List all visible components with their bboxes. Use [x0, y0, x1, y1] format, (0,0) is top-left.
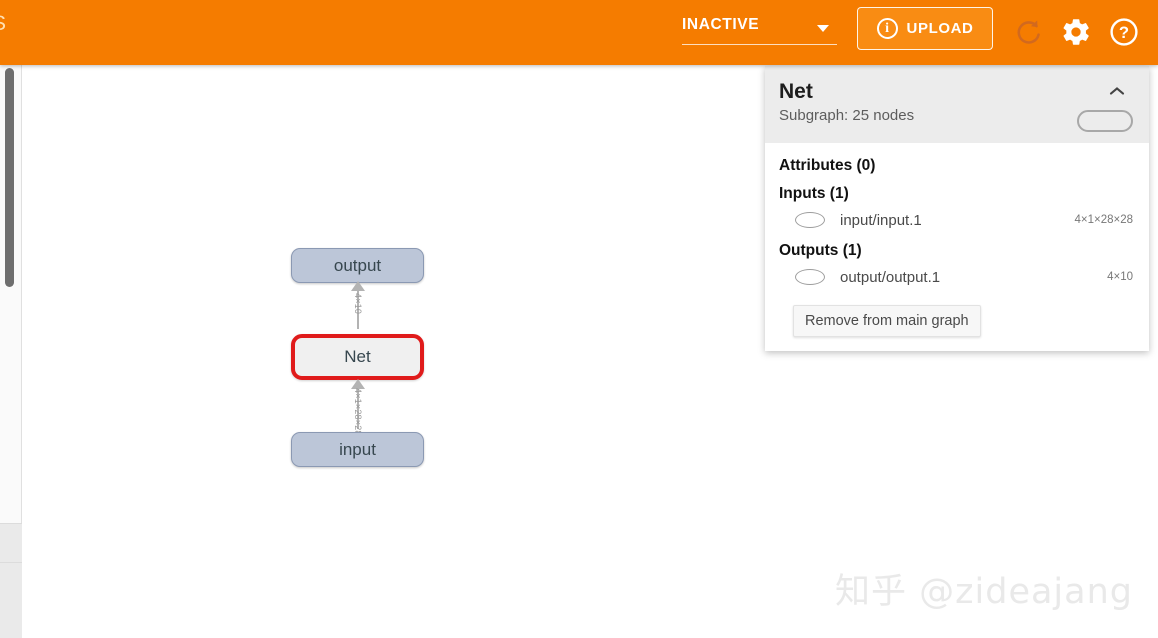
rail-divider-1 [0, 523, 22, 524]
upload-button[interactable]: i UPLOAD [857, 7, 993, 50]
attributes-heading: Attributes (0) [779, 157, 876, 174]
app-header: S INACTIVE i UPLOAD ? [0, 0, 1158, 65]
ellipse-icon [795, 269, 825, 285]
node-info-panel-header: Net Subgraph: 25 nodes [765, 66, 1149, 143]
info-circle-icon: i [876, 18, 898, 39]
graph-edge-label-net-to-output: 4×10 [353, 293, 363, 315]
input-name: input/input.1 [840, 211, 922, 229]
output-row[interactable]: output/output.1 4×10 [779, 266, 1133, 288]
graph-node-label: input [339, 439, 376, 459]
svg-text:?: ? [1119, 23, 1129, 42]
app-title-clipped: S [0, 12, 6, 36]
chevron-up-icon[interactable] [1110, 86, 1125, 95]
panel-toggle-pill-button[interactable] [1077, 110, 1133, 132]
rail-divider-2 [0, 562, 22, 563]
graph-node-net[interactable]: Net [291, 334, 424, 380]
app-root: S INACTIVE i UPLOAD ? [0, 0, 1158, 638]
graph-node-output[interactable]: output [291, 248, 424, 283]
input-row[interactable]: input/input.1 4×1×28×28 [779, 209, 1133, 231]
inputs-heading: Inputs (1) [779, 185, 849, 202]
graph-edge-label-input-to-net: 4×1×28×28 [353, 388, 363, 436]
watermark: 知乎 @zideajang [835, 572, 1133, 612]
arrow-head-icon [351, 281, 365, 291]
upload-button-label: UPLOAD [906, 20, 974, 37]
graph-node-input[interactable]: input [291, 432, 424, 467]
remove-from-main-graph-button[interactable]: Remove from main graph [793, 305, 981, 337]
rail-section-2 [0, 563, 22, 638]
gear-icon[interactable] [1060, 16, 1092, 48]
rail-section-1 [0, 524, 22, 562]
output-name: output/output.1 [840, 268, 941, 286]
graph-node-label: output [333, 255, 382, 275]
node-info-panel-body: Attributes (0) Inputs (1) input/input.1 … [765, 143, 1149, 351]
vertical-scrollbar-thumb[interactable] [5, 68, 14, 287]
refresh-icon[interactable] [1012, 16, 1044, 48]
output-shape: 4×10 [1107, 271, 1133, 283]
outputs-heading: Outputs (1) [779, 242, 862, 259]
status-dropdown[interactable]: INACTIVE [682, 13, 837, 45]
node-info-panel: Net Subgraph: 25 nodes Attributes (0) In… [765, 66, 1149, 351]
status-dropdown-value: INACTIVE [682, 16, 760, 33]
panel-title: Net [779, 80, 813, 103]
help-circle-icon[interactable]: ? [1108, 16, 1140, 48]
ellipse-icon [795, 212, 825, 228]
input-shape: 4×1×28×28 [1074, 214, 1133, 226]
chevron-down-icon [817, 25, 829, 32]
graph-node-label: Net [344, 347, 371, 366]
